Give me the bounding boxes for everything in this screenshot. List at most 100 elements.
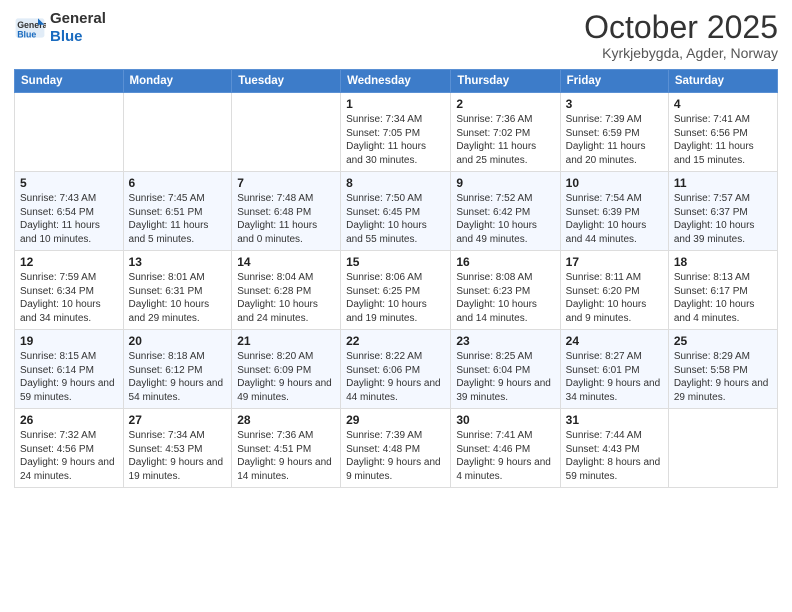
calendar-cell: 16Sunrise: 8:08 AM Sunset: 6:23 PM Dayli… <box>451 251 560 330</box>
calendar-cell: 25 Sunrise: 8:29 AM Sunset: 5:58 PM Dayli… <box>668 330 777 409</box>
calendar-cell: 28 Sunrise: 7:36 AM Sunset: 4:51 PM Dayli… <box>232 409 341 488</box>
calendar-cell: 14 Sunrise: 8:04 AM Sunset: 6:28 PM Dayli… <box>232 251 341 330</box>
day-number: 23 <box>456 334 554 348</box>
calendar-cell: 6 Sunrise: 7:45 AM Sunset: 6:51 PM Daylig… <box>123 172 232 251</box>
day-info: Sunrise: 7:54 AM Sunset: 6:39 PM Dayligh… <box>566 192 663 246</box>
day-info: Sunrise: 8:15 AM Sunset: 6:14 PM Dayligh… <box>20 350 118 404</box>
day-number: 11 <box>674 176 772 190</box>
day-number: 5 <box>20 176 118 190</box>
calendar-cell: 5Sunrise: 7:43 AM Sunset: 6:54 PM Daylig… <box>15 172 124 251</box>
day-info: Sunrise: 8:13 AM Sunset: 6:17 PM Dayligh… <box>674 271 772 325</box>
logo: General Blue General Blue <box>14 10 106 46</box>
calendar-cell: 22 Sunrise: 8:22 AM Sunset: 6:06 PM Dayli… <box>341 330 451 409</box>
calendar-cell: 18 Sunrise: 8:13 AM Sunset: 6:17 PM Dayli… <box>668 251 777 330</box>
day-info: Sunrise: 7:52 AM Sunset: 6:42 PM Dayligh… <box>456 192 554 246</box>
day-number: 21 <box>237 334 335 348</box>
calendar-cell: 29 Sunrise: 7:39 AM Sunset: 4:48 PM Dayli… <box>341 409 451 488</box>
weekday-header-sunday: Sunday <box>15 70 124 93</box>
calendar-cell: 24 Sunrise: 8:27 AM Sunset: 6:01 PM Dayli… <box>560 330 668 409</box>
calendar-cell: 19 Sunrise: 8:15 AM Sunset: 6:14 PM Dayli… <box>15 330 124 409</box>
svg-text:General: General <box>17 20 46 30</box>
day-info: Sunrise: 7:36 AM Sunset: 4:51 PM Dayligh… <box>237 429 335 483</box>
weekday-header-monday: Monday <box>123 70 232 93</box>
day-number: 20 <box>129 334 227 348</box>
day-number: 26 <box>20 413 118 427</box>
header: General Blue General Blue October 2025 K… <box>14 10 778 61</box>
day-number: 18 <box>674 255 772 269</box>
day-number: 30 <box>456 413 554 427</box>
calendar-cell: 2Sunrise: 7:36 AM Sunset: 7:02 PM Daylig… <box>451 93 560 172</box>
day-number: 10 <box>566 176 663 190</box>
day-number: 24 <box>566 334 663 348</box>
calendar-week-row: 26 Sunrise: 7:32 AM Sunset: 4:56 PM Dayli… <box>15 409 778 488</box>
calendar-cell: 9 Sunrise: 7:52 AM Sunset: 6:42 PM Daylig… <box>451 172 560 251</box>
calendar-cell: 20 Sunrise: 8:18 AM Sunset: 6:12 PM Dayli… <box>123 330 232 409</box>
weekday-row: SundayMondayTuesdayWednesdayThursdayFrid… <box>15 70 778 93</box>
day-number: 31 <box>566 413 663 427</box>
calendar-cell: 15Sunrise: 8:06 AM Sunset: 6:25 PM Dayli… <box>341 251 451 330</box>
calendar-week-row: 19 Sunrise: 8:15 AM Sunset: 6:14 PM Dayli… <box>15 330 778 409</box>
day-number: 6 <box>129 176 227 190</box>
day-number: 7 <box>237 176 335 190</box>
calendar-cell: 26 Sunrise: 7:32 AM Sunset: 4:56 PM Dayli… <box>15 409 124 488</box>
calendar-cell <box>15 93 124 172</box>
page: General Blue General Blue October 2025 K… <box>0 0 792 612</box>
svg-text:Blue: Blue <box>17 30 36 40</box>
calendar-cell: 11Sunrise: 7:57 AM Sunset: 6:37 PM Dayli… <box>668 172 777 251</box>
weekday-header-friday: Friday <box>560 70 668 93</box>
day-info: Sunrise: 7:39 AM Sunset: 6:59 PM Dayligh… <box>566 113 663 167</box>
weekday-header-wednesday: Wednesday <box>341 70 451 93</box>
title-block: October 2025 Kyrkjebygda, Agder, Norway <box>584 10 778 61</box>
calendar-header: SundayMondayTuesdayWednesdayThursdayFrid… <box>15 70 778 93</box>
calendar-cell: 31 Sunrise: 7:44 AM Sunset: 4:43 PM Dayli… <box>560 409 668 488</box>
calendar-cell <box>232 93 341 172</box>
calendar-cell: 30 Sunrise: 7:41 AM Sunset: 4:46 PM Dayli… <box>451 409 560 488</box>
day-info: Sunrise: 8:20 AM Sunset: 6:09 PM Dayligh… <box>237 350 335 404</box>
day-info: Sunrise: 8:22 AM Sunset: 6:06 PM Dayligh… <box>346 350 445 404</box>
calendar-cell: 12Sunrise: 7:59 AM Sunset: 6:34 PM Dayli… <box>15 251 124 330</box>
calendar-cell <box>668 409 777 488</box>
day-info: Sunrise: 8:27 AM Sunset: 6:01 PM Dayligh… <box>566 350 663 404</box>
calendar-cell: 27Sunrise: 7:34 AM Sunset: 4:53 PM Dayli… <box>123 409 232 488</box>
day-number: 29 <box>346 413 445 427</box>
day-info: Sunrise: 8:04 AM Sunset: 6:28 PM Dayligh… <box>237 271 335 325</box>
day-info: Sunrise: 7:48 AM Sunset: 6:48 PM Dayligh… <box>237 192 335 246</box>
calendar-cell: 1Sunrise: 7:34 AM Sunset: 7:05 PM Daylig… <box>341 93 451 172</box>
calendar-week-row: 1Sunrise: 7:34 AM Sunset: 7:05 PM Daylig… <box>15 93 778 172</box>
day-number: 16 <box>456 255 554 269</box>
calendar-table: SundayMondayTuesdayWednesdayThursdayFrid… <box>14 69 778 488</box>
month-title: October 2025 <box>584 10 778 45</box>
day-info: Sunrise: 8:11 AM Sunset: 6:20 PM Dayligh… <box>566 271 663 325</box>
calendar-cell: 4 Sunrise: 7:41 AM Sunset: 6:56 PM Daylig… <box>668 93 777 172</box>
day-info: Sunrise: 7:34 AM Sunset: 7:05 PM Dayligh… <box>346 113 445 167</box>
day-number: 8 <box>346 176 445 190</box>
calendar-cell: 17 Sunrise: 8:11 AM Sunset: 6:20 PM Dayli… <box>560 251 668 330</box>
day-number: 4 <box>674 97 772 111</box>
day-info: Sunrise: 7:41 AM Sunset: 4:46 PM Dayligh… <box>456 429 554 483</box>
day-info: Sunrise: 7:45 AM Sunset: 6:51 PM Dayligh… <box>129 192 227 246</box>
day-info: Sunrise: 8:18 AM Sunset: 6:12 PM Dayligh… <box>129 350 227 404</box>
day-number: 14 <box>237 255 335 269</box>
day-number: 15 <box>346 255 445 269</box>
day-info: Sunrise: 8:01 AM Sunset: 6:31 PM Dayligh… <box>129 271 227 325</box>
day-info: Sunrise: 7:44 AM Sunset: 4:43 PM Dayligh… <box>566 429 663 483</box>
day-info: Sunrise: 7:34 AM Sunset: 4:53 PM Dayligh… <box>129 429 227 483</box>
day-number: 12 <box>20 255 118 269</box>
day-number: 28 <box>237 413 335 427</box>
weekday-header-tuesday: Tuesday <box>232 70 341 93</box>
day-number: 17 <box>566 255 663 269</box>
day-number: 9 <box>456 176 554 190</box>
calendar-cell: 3 Sunrise: 7:39 AM Sunset: 6:59 PM Daylig… <box>560 93 668 172</box>
calendar-week-row: 12Sunrise: 7:59 AM Sunset: 6:34 PM Dayli… <box>15 251 778 330</box>
day-info: Sunrise: 7:39 AM Sunset: 4:48 PM Dayligh… <box>346 429 445 483</box>
day-info: Sunrise: 8:29 AM Sunset: 5:58 PM Dayligh… <box>674 350 772 404</box>
day-number: 2 <box>456 97 554 111</box>
day-number: 25 <box>674 334 772 348</box>
calendar-cell <box>123 93 232 172</box>
day-number: 22 <box>346 334 445 348</box>
day-info: Sunrise: 7:41 AM Sunset: 6:56 PM Dayligh… <box>674 113 772 167</box>
day-number: 3 <box>566 97 663 111</box>
day-number: 19 <box>20 334 118 348</box>
day-info: Sunrise: 7:32 AM Sunset: 4:56 PM Dayligh… <box>20 429 118 483</box>
logo-icon: General Blue <box>14 12 46 44</box>
